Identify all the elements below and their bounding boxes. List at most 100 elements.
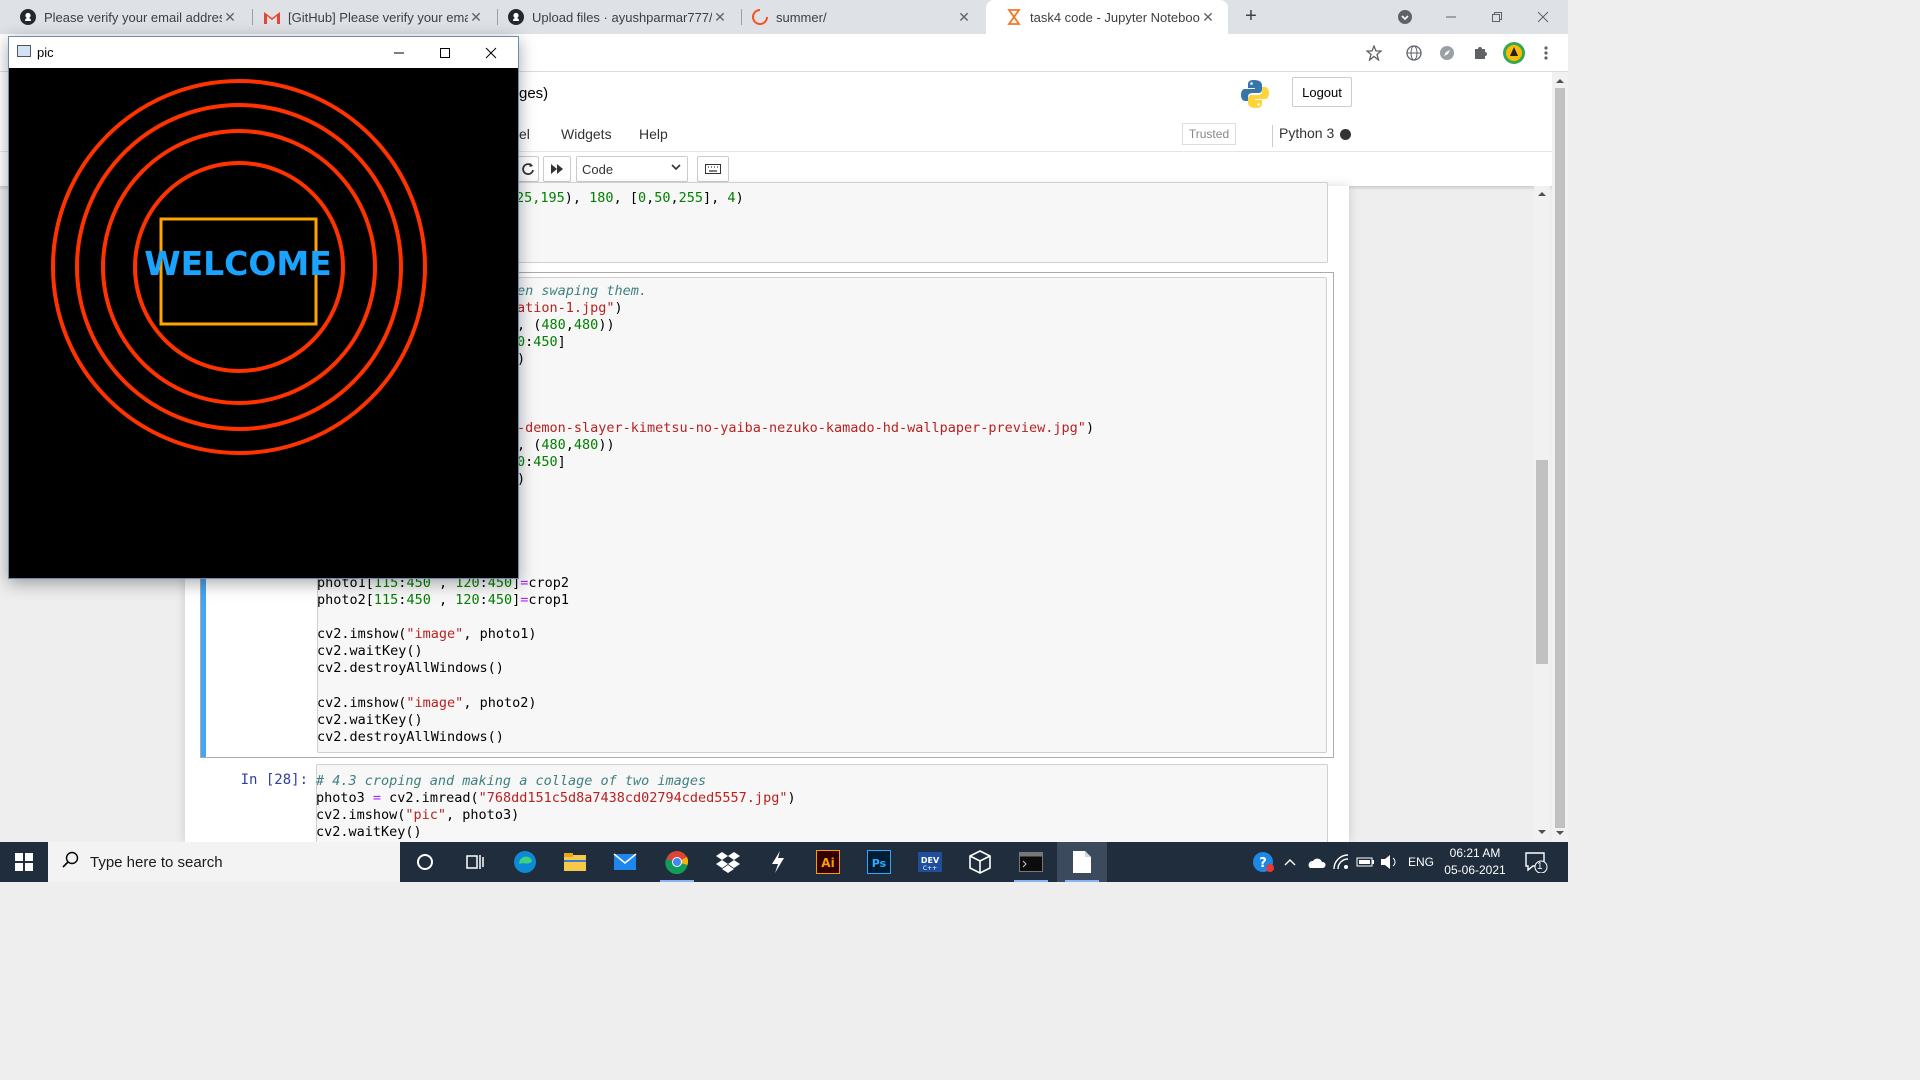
notebook-title[interactable]: ges) bbox=[519, 85, 548, 102]
close-icon bbox=[485, 47, 497, 58]
svg-text:?: ? bbox=[1259, 856, 1267, 871]
command-palette-button[interactable] bbox=[697, 156, 729, 182]
minimize-button[interactable] bbox=[376, 37, 422, 68]
virtualbox-app[interactable] bbox=[955, 842, 1005, 882]
tab-verify-email[interactable]: Please verify your email address ✕ bbox=[0, 0, 250, 34]
start-button[interactable] bbox=[0, 842, 48, 882]
code-line: photo2[115:450 , 120:450]=crop1 bbox=[317, 592, 570, 609]
code-line: cv2.destroyAllWindows() bbox=[317, 728, 504, 745]
volume-icon[interactable] bbox=[1380, 842, 1400, 882]
close-button[interactable] bbox=[468, 37, 514, 68]
gmail-icon bbox=[264, 9, 280, 25]
logout-button[interactable]: Logout bbox=[1292, 77, 1352, 107]
notification-icon bbox=[1525, 852, 1548, 873]
language-indicator[interactable]: ENG bbox=[1408, 842, 1434, 882]
loading-icon bbox=[752, 9, 768, 25]
trusted-indicator[interactable]: Trusted bbox=[1182, 123, 1236, 145]
maximize-button[interactable] bbox=[422, 37, 468, 68]
task-view-button[interactable] bbox=[450, 842, 500, 882]
tab-label: task4 code - Jupyter Notebook bbox=[1030, 9, 1200, 25]
chrome-icon bbox=[665, 851, 689, 874]
dropbox-icon bbox=[716, 852, 740, 873]
clock-date: 05-06-2021 bbox=[1444, 863, 1506, 877]
scrollbar-thumb[interactable] bbox=[1536, 460, 1548, 664]
scroll-up-icon[interactable] bbox=[1552, 75, 1568, 87]
mail-app[interactable] bbox=[600, 842, 650, 882]
extensions-puzzle-icon[interactable] bbox=[1470, 43, 1490, 63]
extension-compass-icon[interactable] bbox=[1437, 43, 1457, 63]
scroll-up-icon[interactable] bbox=[1534, 189, 1550, 199]
opencv-pic-window[interactable]: pic WELCOME bbox=[8, 36, 519, 579]
globe-extension-icon[interactable] bbox=[1404, 43, 1424, 63]
mail-icon bbox=[613, 853, 637, 870]
code-line: , (480,480)) bbox=[517, 317, 615, 334]
notification-center-button[interactable]: 1 bbox=[1524, 842, 1548, 882]
new-tab-button[interactable]: + bbox=[1240, 5, 1262, 29]
code-line: ation-1.jpg") bbox=[517, 300, 623, 317]
restart-kernel-button[interactable] bbox=[517, 156, 539, 182]
notepad-app[interactable] bbox=[1057, 842, 1107, 882]
close-icon[interactable]: ✕ bbox=[956, 9, 972, 26]
profile-avatar[interactable] bbox=[1502, 41, 1526, 65]
close-icon[interactable]: ✕ bbox=[712, 9, 728, 26]
code-line: photo3 = cv2.imread("768dd151c5d8a7438cd… bbox=[316, 790, 796, 807]
scroll-down-icon[interactable] bbox=[1552, 827, 1568, 839]
code-line: , (480,480)) bbox=[517, 436, 615, 453]
file-explorer-app[interactable] bbox=[550, 842, 600, 882]
svg-text:Ai: Ai bbox=[821, 856, 834, 870]
close-icon[interactable]: ✕ bbox=[222, 9, 238, 26]
bookmark-star-icon[interactable] bbox=[1364, 43, 1384, 63]
fast-forward-icon bbox=[551, 164, 563, 174]
page-scrollbar[interactable] bbox=[1552, 72, 1568, 842]
menu-kernel[interactable]: el bbox=[519, 126, 530, 142]
cortana-icon bbox=[417, 854, 433, 870]
system-clock[interactable]: 06:21 AM 05-06-2021 bbox=[1432, 845, 1518, 879]
notebook-scrollbar[interactable] bbox=[1534, 186, 1550, 840]
menu-help[interactable]: Help bbox=[639, 126, 668, 142]
tab-upload-files[interactable]: Upload files · ayushparmar777/ir ✕ bbox=[488, 0, 740, 34]
code-line: 0:450] bbox=[517, 334, 566, 351]
scrollbar-thumb[interactable] bbox=[1555, 88, 1565, 828]
run-all-button[interactable] bbox=[543, 156, 571, 182]
github-icon bbox=[20, 9, 36, 25]
code-cell-3[interactable]: In [28]: # 4.3 croping and making a coll… bbox=[200, 764, 1334, 842]
close-icon[interactable]: ✕ bbox=[1200, 9, 1216, 26]
kernel-status-indicator bbox=[1340, 129, 1351, 140]
tab-jupyter-active[interactable]: task4 code - Jupyter Notebook ✕ bbox=[986, 0, 1228, 34]
window-titlebar[interactable]: pic bbox=[9, 37, 518, 68]
illustrator-app[interactable]: Ai bbox=[803, 842, 853, 882]
menu-widgets[interactable]: Widgets bbox=[561, 126, 612, 142]
cell-code-bottom: photo1[115:450 , 120:450]=crop2 photo2[1… bbox=[317, 575, 569, 746]
taskbar-search-box[interactable]: Type here to search bbox=[48, 842, 400, 882]
tab-search-icon[interactable] bbox=[1382, 0, 1428, 34]
wifi-icon[interactable] bbox=[1333, 842, 1351, 882]
close-icon[interactable]: ✕ bbox=[468, 9, 484, 26]
code-line: cv2.waitKey() bbox=[316, 824, 422, 841]
task-view-icon bbox=[466, 855, 484, 869]
restore-icon[interactable] bbox=[1474, 0, 1520, 34]
chevron-up-icon[interactable] bbox=[1284, 842, 1296, 882]
dropbox-app[interactable] bbox=[703, 842, 753, 882]
devcpp-app[interactable]: DEV C++ bbox=[905, 842, 955, 882]
tab-label: Upload files · ayushparmar777/ir bbox=[532, 9, 712, 25]
kernel-name[interactable]: Python 3 bbox=[1272, 125, 1334, 147]
minimize-icon[interactable] bbox=[1428, 0, 1474, 34]
kebab-menu-icon[interactable] bbox=[1536, 43, 1556, 63]
battery-icon[interactable] bbox=[1356, 842, 1376, 882]
onedrive-icon[interactable] bbox=[1306, 842, 1326, 882]
terminal-app[interactable] bbox=[1006, 842, 1056, 882]
tab-summer[interactable]: summer/ ✕ bbox=[732, 0, 984, 34]
cell-type-select[interactable]: Code bbox=[576, 156, 688, 182]
tab-github-verify[interactable]: [GitHub] Please verify your email ✕ bbox=[244, 0, 496, 34]
window-close-icon[interactable] bbox=[1520, 0, 1566, 34]
code-line: cv2.imshow("pic", photo3) bbox=[316, 807, 520, 824]
cortana-button[interactable] bbox=[400, 842, 450, 882]
bolt-app[interactable] bbox=[753, 842, 803, 882]
virtualbox-icon bbox=[969, 850, 991, 874]
clock-time: 06:21 AM bbox=[1449, 846, 1501, 860]
scroll-down-icon[interactable] bbox=[1534, 827, 1550, 837]
photoshop-app[interactable]: Ps bbox=[854, 842, 904, 882]
help-tray-icon[interactable]: ? bbox=[1252, 842, 1274, 882]
chrome-app[interactable] bbox=[652, 842, 702, 882]
edge-app[interactable] bbox=[500, 842, 550, 882]
